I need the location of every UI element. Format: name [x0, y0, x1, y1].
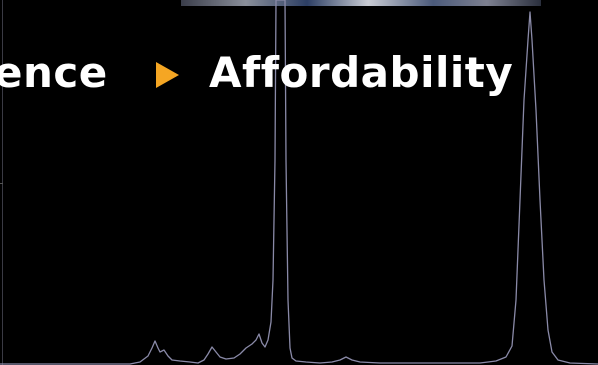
play-arrow-icon — [156, 62, 179, 88]
headline-banner: ence Affordability — [0, 46, 598, 106]
headline-left-word: ence — [0, 48, 108, 97]
headline-right-word: Affordability — [209, 48, 514, 97]
